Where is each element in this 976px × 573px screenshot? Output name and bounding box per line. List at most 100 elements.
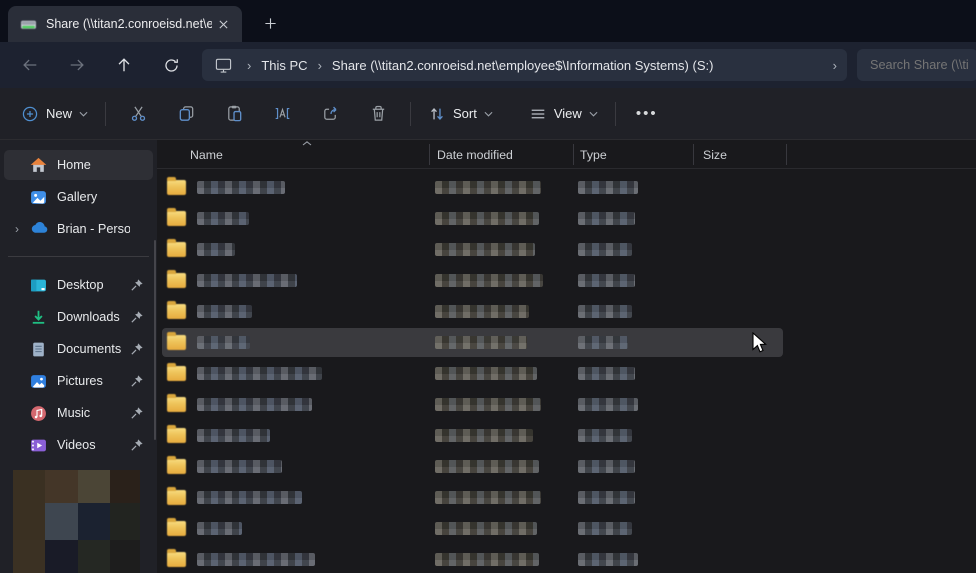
home-icon [30,157,47,174]
file-row-8[interactable] [157,389,976,420]
redacted-pixel [13,503,45,540]
redacted-file-name [197,212,249,225]
redacted-file-name [197,336,250,349]
sidebar-item-documents[interactable]: Documents [4,334,153,364]
redacted-date-modified [435,522,537,535]
pin-icon [130,158,144,172]
column-header-name[interactable]: Name [190,148,223,162]
view-button[interactable]: View [520,97,607,131]
sidebar-item-downloads[interactable]: Downloads [4,302,153,332]
sidebar-item-label: Pictures [57,374,130,388]
pin-icon [130,374,144,388]
redacted-file-type [578,212,635,225]
search-input[interactable] [870,58,976,72]
file-row-2[interactable] [157,203,976,234]
sidebar-item-brian-personal[interactable]: › Brian - Personal [4,214,153,244]
cut-button[interactable] [118,97,158,131]
redacted-file-name [197,243,235,256]
redacted-date-modified [435,305,529,318]
sort-button[interactable]: Sort [419,97,502,131]
sidebar-item-label: Videos [57,438,130,452]
column-separator[interactable] [786,144,787,165]
explorer-tab[interactable]: Share (\\titan2.conroeisd.net\e [8,6,242,42]
redacted-file-type [578,181,638,194]
sidebar-item-desktop[interactable]: Desktop [4,270,153,300]
file-row-4[interactable] [157,265,976,296]
back-button[interactable] [13,49,47,81]
column-separator[interactable] [693,144,694,165]
titlebar[interactable]: Share (\\titan2.conroeisd.net\e [0,0,976,42]
redacted-file-name [197,398,312,411]
redacted-file-name [197,522,242,535]
chevron-right-icon[interactable]: › [4,222,30,236]
rename-button[interactable] [262,97,302,131]
sidebar-scrollbar[interactable] [154,240,156,440]
delete-button[interactable] [358,97,398,131]
file-row-11[interactable] [157,482,976,513]
new-tab-button[interactable] [258,11,282,35]
redacted-file-type [578,274,635,287]
file-row-3[interactable] [157,234,976,265]
column-header-date-modified[interactable]: Date modified [437,148,513,162]
column-header-type[interactable]: Type [580,148,607,162]
refresh-button[interactable] [154,49,188,81]
redacted-date-modified [435,274,543,287]
up-button[interactable] [107,49,141,81]
column-header-size[interactable]: Size [703,148,727,162]
file-row-7[interactable] [157,358,976,389]
redacted-pixel [45,540,78,573]
file-row-13[interactable] [157,544,976,573]
sidebar-item-label: Downloads [57,310,130,324]
navigation-bar: › This PC › Share (\\titan2.conroeisd.ne… [0,42,976,88]
redacted-file-type [578,243,632,256]
column-separator[interactable] [573,144,574,165]
sort-ascending-icon [302,141,312,146]
search-box[interactable] [857,49,976,81]
file-row-10[interactable] [157,451,976,482]
this-pc-icon [214,57,233,74]
column-separator[interactable] [429,144,430,165]
redacted-file-type [578,398,638,411]
sidebar-item-label: Brian - Personal [57,222,130,236]
redacted-file-type [578,522,632,535]
tab-title: Share (\\titan2.conroeisd.net\e [46,17,212,31]
breadcrumb-chevron-icon: › [247,58,251,73]
chevron-down-icon [79,111,88,117]
file-row-5[interactable] [157,296,976,327]
copy-button[interactable] [166,97,206,131]
sidebar-item-label: Desktop [57,278,130,292]
sidebar-item-home[interactable]: Home [4,150,153,180]
breadcrumb-this-pc[interactable]: This PC [261,58,307,73]
redacted-pixel [45,470,78,503]
file-row-6[interactable] [157,327,976,358]
sidebar-item-label: Music [57,406,130,420]
file-row-1[interactable] [157,172,976,203]
sidebar-item-videos[interactable]: Videos [4,430,153,460]
redacted-file-name [197,553,315,566]
more-options-button[interactable]: ••• [624,105,670,122]
sidebar-item-music[interactable]: Music [4,398,153,428]
file-row-9[interactable] [157,420,976,451]
redacted-file-type [578,553,638,566]
share-button[interactable] [310,97,350,131]
sidebar-items: Home Gallery › Brian - Personal Desktop Downl… [0,150,157,460]
breadcrumb-share-path[interactable]: Share (\\titan2.conroeisd.net\employee$\… [332,58,714,73]
sidebar-item-pictures[interactable]: Pictures [4,366,153,396]
toolbar-separator [615,102,616,126]
music-icon [30,405,47,422]
redacted-file-name [197,274,297,287]
sidebar-item-label: Gallery [57,190,130,204]
forward-button[interactable] [60,49,94,81]
sidebar-item-gallery[interactable]: Gallery [4,182,153,212]
file-row-12[interactable] [157,513,976,544]
gallery-icon [30,189,47,206]
redacted-date-modified [435,553,539,566]
redacted-file-type [578,491,635,504]
breadcrumb-expand-chevron-icon[interactable]: › [833,58,837,73]
paste-button[interactable] [214,97,254,131]
new-button[interactable]: New [12,97,97,131]
tab-close-icon[interactable] [212,13,234,35]
pin-icon [130,438,144,452]
redacted-file-type [578,429,632,442]
address-bar[interactable]: › This PC › Share (\\titan2.conroeisd.ne… [202,49,847,81]
